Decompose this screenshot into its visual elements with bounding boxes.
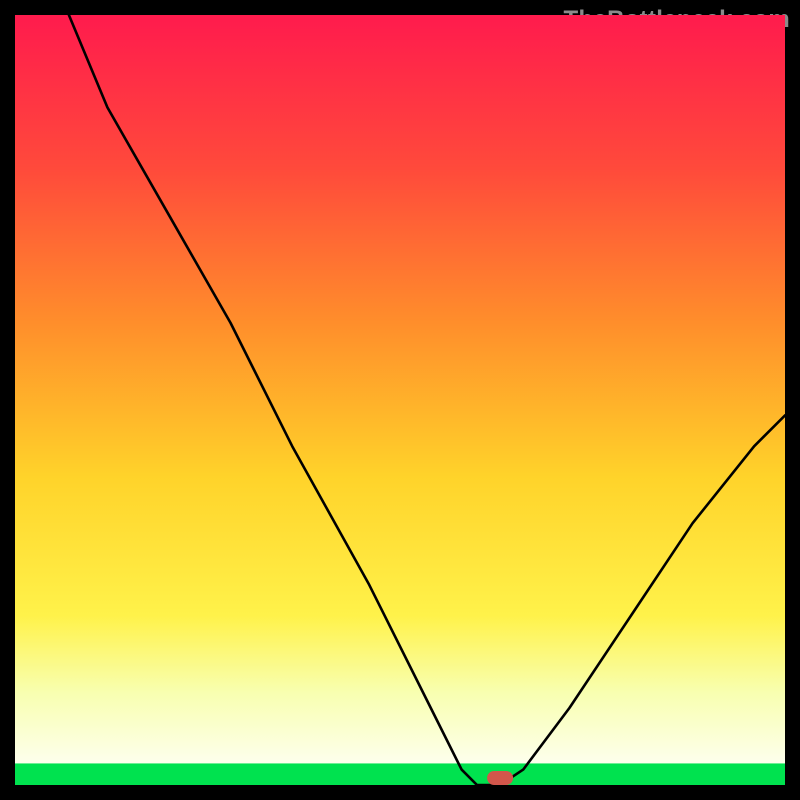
plot-area [15,15,785,785]
heat-gradient [15,15,785,785]
optimal-band [15,763,785,785]
optimum-marker [487,771,513,785]
plot-svg [15,15,785,785]
chart-root: TheBottleneck.com [0,0,800,800]
